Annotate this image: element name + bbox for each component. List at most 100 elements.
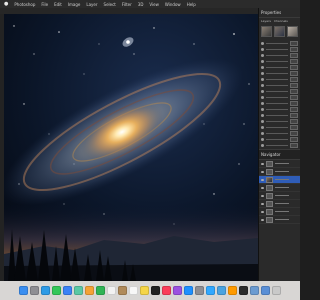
preset-thumb[interactable]: [261, 26, 272, 37]
value-field[interactable]: [290, 76, 298, 82]
settings-icon[interactable]: [195, 286, 204, 295]
calendar-icon[interactable]: [107, 286, 116, 295]
navigator-panel-title[interactable]: Navigator: [259, 149, 300, 160]
terminal-icon[interactable]: [239, 286, 248, 295]
toggle-icon[interactable]: [261, 47, 264, 51]
value-field[interactable]: [290, 124, 298, 130]
toggle-icon[interactable]: [261, 143, 264, 147]
preview-icon[interactable]: [250, 286, 259, 295]
value-field[interactable]: [290, 130, 298, 136]
visibility-icon[interactable]: [261, 218, 264, 221]
photoshop-icon[interactable]: [206, 286, 215, 295]
launchpad-icon[interactable]: [30, 286, 39, 295]
apple-menu-icon[interactable]: ●: [4, 1, 8, 7]
value-field[interactable]: [290, 136, 298, 142]
tv-icon[interactable]: [151, 286, 160, 295]
layer-row[interactable]: [259, 216, 300, 224]
mail-icon[interactable]: [63, 286, 72, 295]
value-field[interactable]: [290, 40, 298, 46]
toggle-icon[interactable]: [261, 89, 264, 93]
slider-track[interactable]: [266, 72, 288, 74]
facetime-icon[interactable]: [96, 286, 105, 295]
visibility-icon[interactable]: [261, 186, 264, 189]
layer-row[interactable]: [259, 160, 300, 168]
slider-track[interactable]: [266, 60, 288, 62]
toggle-icon[interactable]: [261, 107, 264, 111]
lightroom-icon[interactable]: [217, 286, 226, 295]
menu-3d[interactable]: 3D: [138, 2, 144, 7]
slider-track[interactable]: [266, 144, 288, 146]
slider-track[interactable]: [266, 42, 288, 44]
value-field[interactable]: [290, 64, 298, 70]
value-field[interactable]: [290, 70, 298, 76]
visibility-icon[interactable]: [261, 170, 264, 173]
menu-help[interactable]: Help: [187, 2, 196, 7]
slider-track[interactable]: [266, 96, 288, 98]
toggle-icon[interactable]: [261, 125, 264, 129]
toggle-icon[interactable]: [261, 83, 264, 87]
layer-row-selected[interactable]: [259, 176, 300, 184]
menu-view[interactable]: View: [149, 2, 159, 7]
value-field[interactable]: [290, 106, 298, 112]
visibility-icon[interactable]: [261, 194, 264, 197]
document-canvas[interactable]: [4, 14, 258, 281]
visibility-icon[interactable]: [261, 202, 264, 205]
toggle-icon[interactable]: [261, 65, 264, 69]
contacts-icon[interactable]: [118, 286, 127, 295]
menu-app[interactable]: Photoshop: [14, 2, 35, 7]
properties-panel-title[interactable]: Properties: [259, 8, 300, 18]
layer-row[interactable]: [259, 208, 300, 216]
slider-track[interactable]: [266, 78, 288, 80]
layer-row[interactable]: [259, 192, 300, 200]
slider-track[interactable]: [266, 84, 288, 86]
toggle-icon[interactable]: [261, 119, 264, 123]
toggle-icon[interactable]: [261, 95, 264, 99]
layer-row[interactable]: [259, 200, 300, 208]
safari-icon[interactable]: [41, 286, 50, 295]
value-field[interactable]: [290, 52, 298, 58]
menu-file[interactable]: File: [41, 2, 48, 7]
visibility-icon[interactable]: [261, 162, 264, 165]
visibility-icon[interactable]: [261, 210, 264, 213]
slider-track[interactable]: [266, 108, 288, 110]
value-field[interactable]: [290, 118, 298, 124]
layer-row[interactable]: [259, 168, 300, 176]
layer-row[interactable]: [259, 184, 300, 192]
toggle-icon[interactable]: [261, 101, 264, 105]
appstore-icon[interactable]: [184, 286, 193, 295]
maps-icon[interactable]: [74, 286, 83, 295]
preset-thumb[interactable]: [287, 26, 298, 37]
slider-track[interactable]: [266, 126, 288, 128]
value-field[interactable]: [290, 100, 298, 106]
toggle-icon[interactable]: [261, 41, 264, 45]
toggle-icon[interactable]: [261, 77, 264, 81]
value-field[interactable]: [290, 58, 298, 64]
menu-window[interactable]: Window: [165, 2, 181, 7]
value-field[interactable]: [290, 142, 298, 148]
value-field[interactable]: [290, 112, 298, 118]
menu-edit[interactable]: Edit: [54, 2, 62, 7]
podcasts-icon[interactable]: [173, 286, 182, 295]
slider-track[interactable]: [266, 120, 288, 122]
preset-thumb[interactable]: [274, 26, 285, 37]
menu-image[interactable]: Image: [68, 2, 81, 7]
downloads-icon[interactable]: [261, 286, 270, 295]
reminders-icon[interactable]: [129, 286, 138, 295]
value-field[interactable]: [290, 88, 298, 94]
visibility-icon[interactable]: [261, 178, 264, 181]
tab-channels[interactable]: Channels: [274, 19, 288, 23]
toggle-icon[interactable]: [261, 131, 264, 135]
value-field[interactable]: [290, 82, 298, 88]
slider-track[interactable]: [266, 114, 288, 116]
value-field[interactable]: [290, 94, 298, 100]
slider-track[interactable]: [266, 48, 288, 50]
finder-icon[interactable]: [19, 286, 28, 295]
menu-layer[interactable]: Layer: [86, 2, 97, 7]
toggle-icon[interactable]: [261, 71, 264, 75]
toggle-icon[interactable]: [261, 113, 264, 117]
slider-track[interactable]: [266, 102, 288, 104]
slider-track[interactable]: [266, 54, 288, 56]
toggle-icon[interactable]: [261, 137, 264, 141]
slider-track[interactable]: [266, 66, 288, 68]
illustrator-icon[interactable]: [228, 286, 237, 295]
